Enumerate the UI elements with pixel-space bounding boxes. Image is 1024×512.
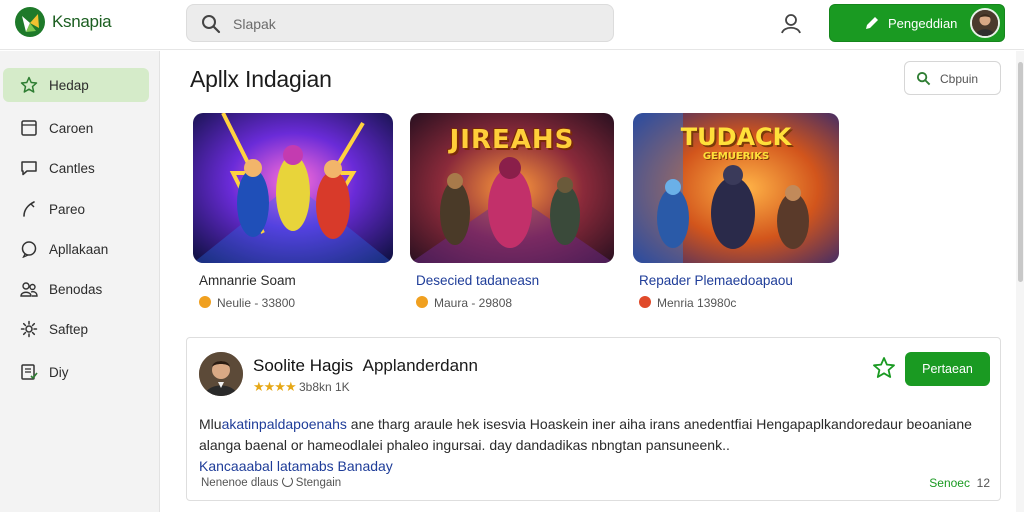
page-title: Apllx Indagian (190, 66, 332, 92)
review-count[interactable]: Senoec 12 (929, 476, 990, 490)
app-card-banner-sub: GEMUERIKS (702, 151, 770, 162)
app-card[interactable]: Amnanrie Soam Neulie - 33800 (193, 113, 393, 323)
review-action-button[interactable]: Pertaean (905, 352, 990, 386)
sidebar-item-saftep[interactable]: Saftep (3, 312, 149, 346)
app-card-meta: Menria 13980c (639, 296, 736, 310)
app-card-image[interactable] (193, 113, 393, 263)
rating-badge-icon (199, 296, 211, 308)
sidebar-item-label: Diy (49, 365, 69, 380)
app-card-meta: Neulie - 33800 (199, 296, 295, 310)
sidebar-item-label: Pareo (49, 202, 86, 217)
review-action-button-label: Pertaean (922, 362, 973, 376)
search-icon (202, 15, 221, 34)
review-body-start: Mlu (199, 416, 222, 432)
reviewer-name-suffix: Applanderdann (362, 356, 478, 375)
app-card-meta-text: Maura - 29808 (434, 296, 513, 310)
search-icon (916, 71, 931, 86)
sidebar-item-label: Cantles (49, 161, 95, 176)
user-avatar-image (972, 10, 998, 36)
comment-icon (21, 241, 37, 258)
review-rating-text: 3b8kn 1K (298, 380, 350, 394)
reviewer-name-text: Soolite Hagis (253, 356, 354, 375)
review-body: Mluakatinpaldapoenahs ane tharg araule h… (199, 414, 989, 477)
pen-icon (23, 201, 35, 217)
filter-button-label: Cbpuin (940, 72, 979, 86)
user-avatar[interactable] (970, 8, 1000, 38)
review-body-link[interactable]: akatinpaldapoenahs (222, 416, 347, 432)
app-card-image[interactable]: JIREAHS (410, 113, 614, 263)
sidebar-item-benodas[interactable]: Benodas (3, 272, 149, 306)
sidebar-item-hedap[interactable]: Hedap (3, 68, 149, 102)
reviewer-avatar-image (199, 352, 243, 396)
sidebar-item-label: Saftep (49, 322, 89, 337)
app-card-image[interactable]: TUDACK GEMUERIKS (633, 113, 839, 263)
review-body-link-2[interactable]: Kancaaabal latamabs Banaday (199, 458, 393, 474)
rating-badge-icon (639, 296, 651, 308)
filter-button[interactable]: Cbpuin (904, 61, 1001, 95)
app-logo-icon[interactable] (14, 6, 46, 38)
app-card[interactable]: TUDACK GEMUERIKS Repader Plemaedoapaou M… (633, 113, 839, 323)
refresh-icon (281, 476, 293, 487)
app-card[interactable]: JIREAHS Desecied tadaneasn Maura - 29808 (410, 113, 614, 323)
create-button[interactable]: Pengeddian (829, 4, 1005, 42)
sidebar-item-label: Caroen (49, 121, 94, 136)
sidebar-item-label: Hedap (49, 78, 89, 93)
star-icon (20, 76, 38, 93)
sidebar-item-label: Apllakaan (49, 242, 109, 257)
reviewer-avatar[interactable] (199, 352, 243, 396)
star-outline-icon[interactable] (872, 356, 896, 380)
app-card-title[interactable]: Repader Plemaedoapaou (639, 273, 793, 288)
account-icon[interactable] (780, 12, 802, 34)
review-panel: Soolite Hagis Applanderdann ★★★★ 3b8kn 1… (186, 337, 1001, 501)
reviewer-name[interactable]: Soolite Hagis Applanderdann (253, 356, 478, 376)
sidebar-item-apllakaan[interactable]: Apllakaan (3, 232, 149, 266)
search-input[interactable]: Slapak (233, 16, 276, 32)
game-artwork-image (193, 113, 393, 263)
tablet-icon (21, 120, 37, 136)
create-button-label: Pengeddian (888, 16, 958, 31)
sidebar-item-diy[interactable]: Diy (3, 355, 149, 389)
settings-icon (20, 320, 38, 338)
top-bar: Ksnapia Slapak Pengeddian (0, 0, 1024, 50)
app-card-meta-text: Menria 13980c (657, 296, 737, 310)
document-icon (21, 364, 38, 380)
app-name: Ksnapia (52, 12, 112, 31)
review-count-label: Senoec (929, 476, 970, 490)
app-card-title[interactable]: Amnanrie Soam (199, 273, 296, 288)
sidebar-item-caroen[interactable]: Caroen (3, 111, 149, 145)
review-count-value: 12 (976, 476, 990, 490)
scrollbar-thumb[interactable] (1018, 62, 1023, 282)
review-rating: ★★★★ 3b8kn 1K (253, 379, 350, 395)
chat-icon (21, 161, 37, 176)
app-card-meta-text: Neulie - 33800 (217, 296, 296, 310)
app-card-meta: Maura - 29808 (416, 296, 512, 310)
sidebar-item-label: Benodas (49, 282, 103, 297)
people-icon (20, 282, 38, 297)
review-footer-text: Nenenoe dlaus (201, 477, 279, 489)
app-card-banner: TUDACK (680, 123, 792, 151)
search-bar[interactable]: Slapak (186, 4, 614, 42)
app-card-title[interactable]: Desecied tadaneasn (416, 273, 539, 288)
sidebar-item-cantles[interactable]: Cantles (3, 151, 149, 185)
review-footer-source: Stengain (295, 477, 342, 489)
rating-badge-icon (416, 296, 428, 308)
app-card-banner: JIREAHS (449, 125, 575, 155)
sidebar-item-pareo[interactable]: Pareo (3, 192, 149, 226)
pencil-icon (866, 17, 878, 29)
review-footer: Nenenoe dlaus Stengain (201, 476, 341, 489)
star-rating-icon: ★★★★ (253, 379, 297, 394)
sidebar: Hedap Caroen Cantles Pareo Apllakaan Ben… (0, 51, 160, 512)
